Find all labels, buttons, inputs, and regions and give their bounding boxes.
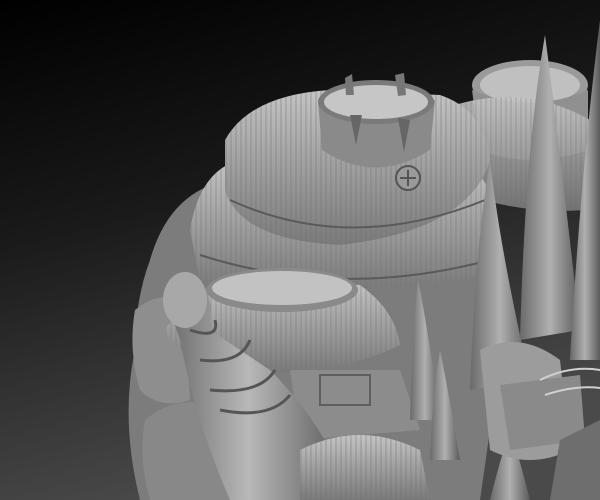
sculpt-render bbox=[0, 0, 600, 500]
cone-tip bbox=[163, 272, 207, 328]
3d-viewport-canvas[interactable] bbox=[0, 0, 600, 500]
